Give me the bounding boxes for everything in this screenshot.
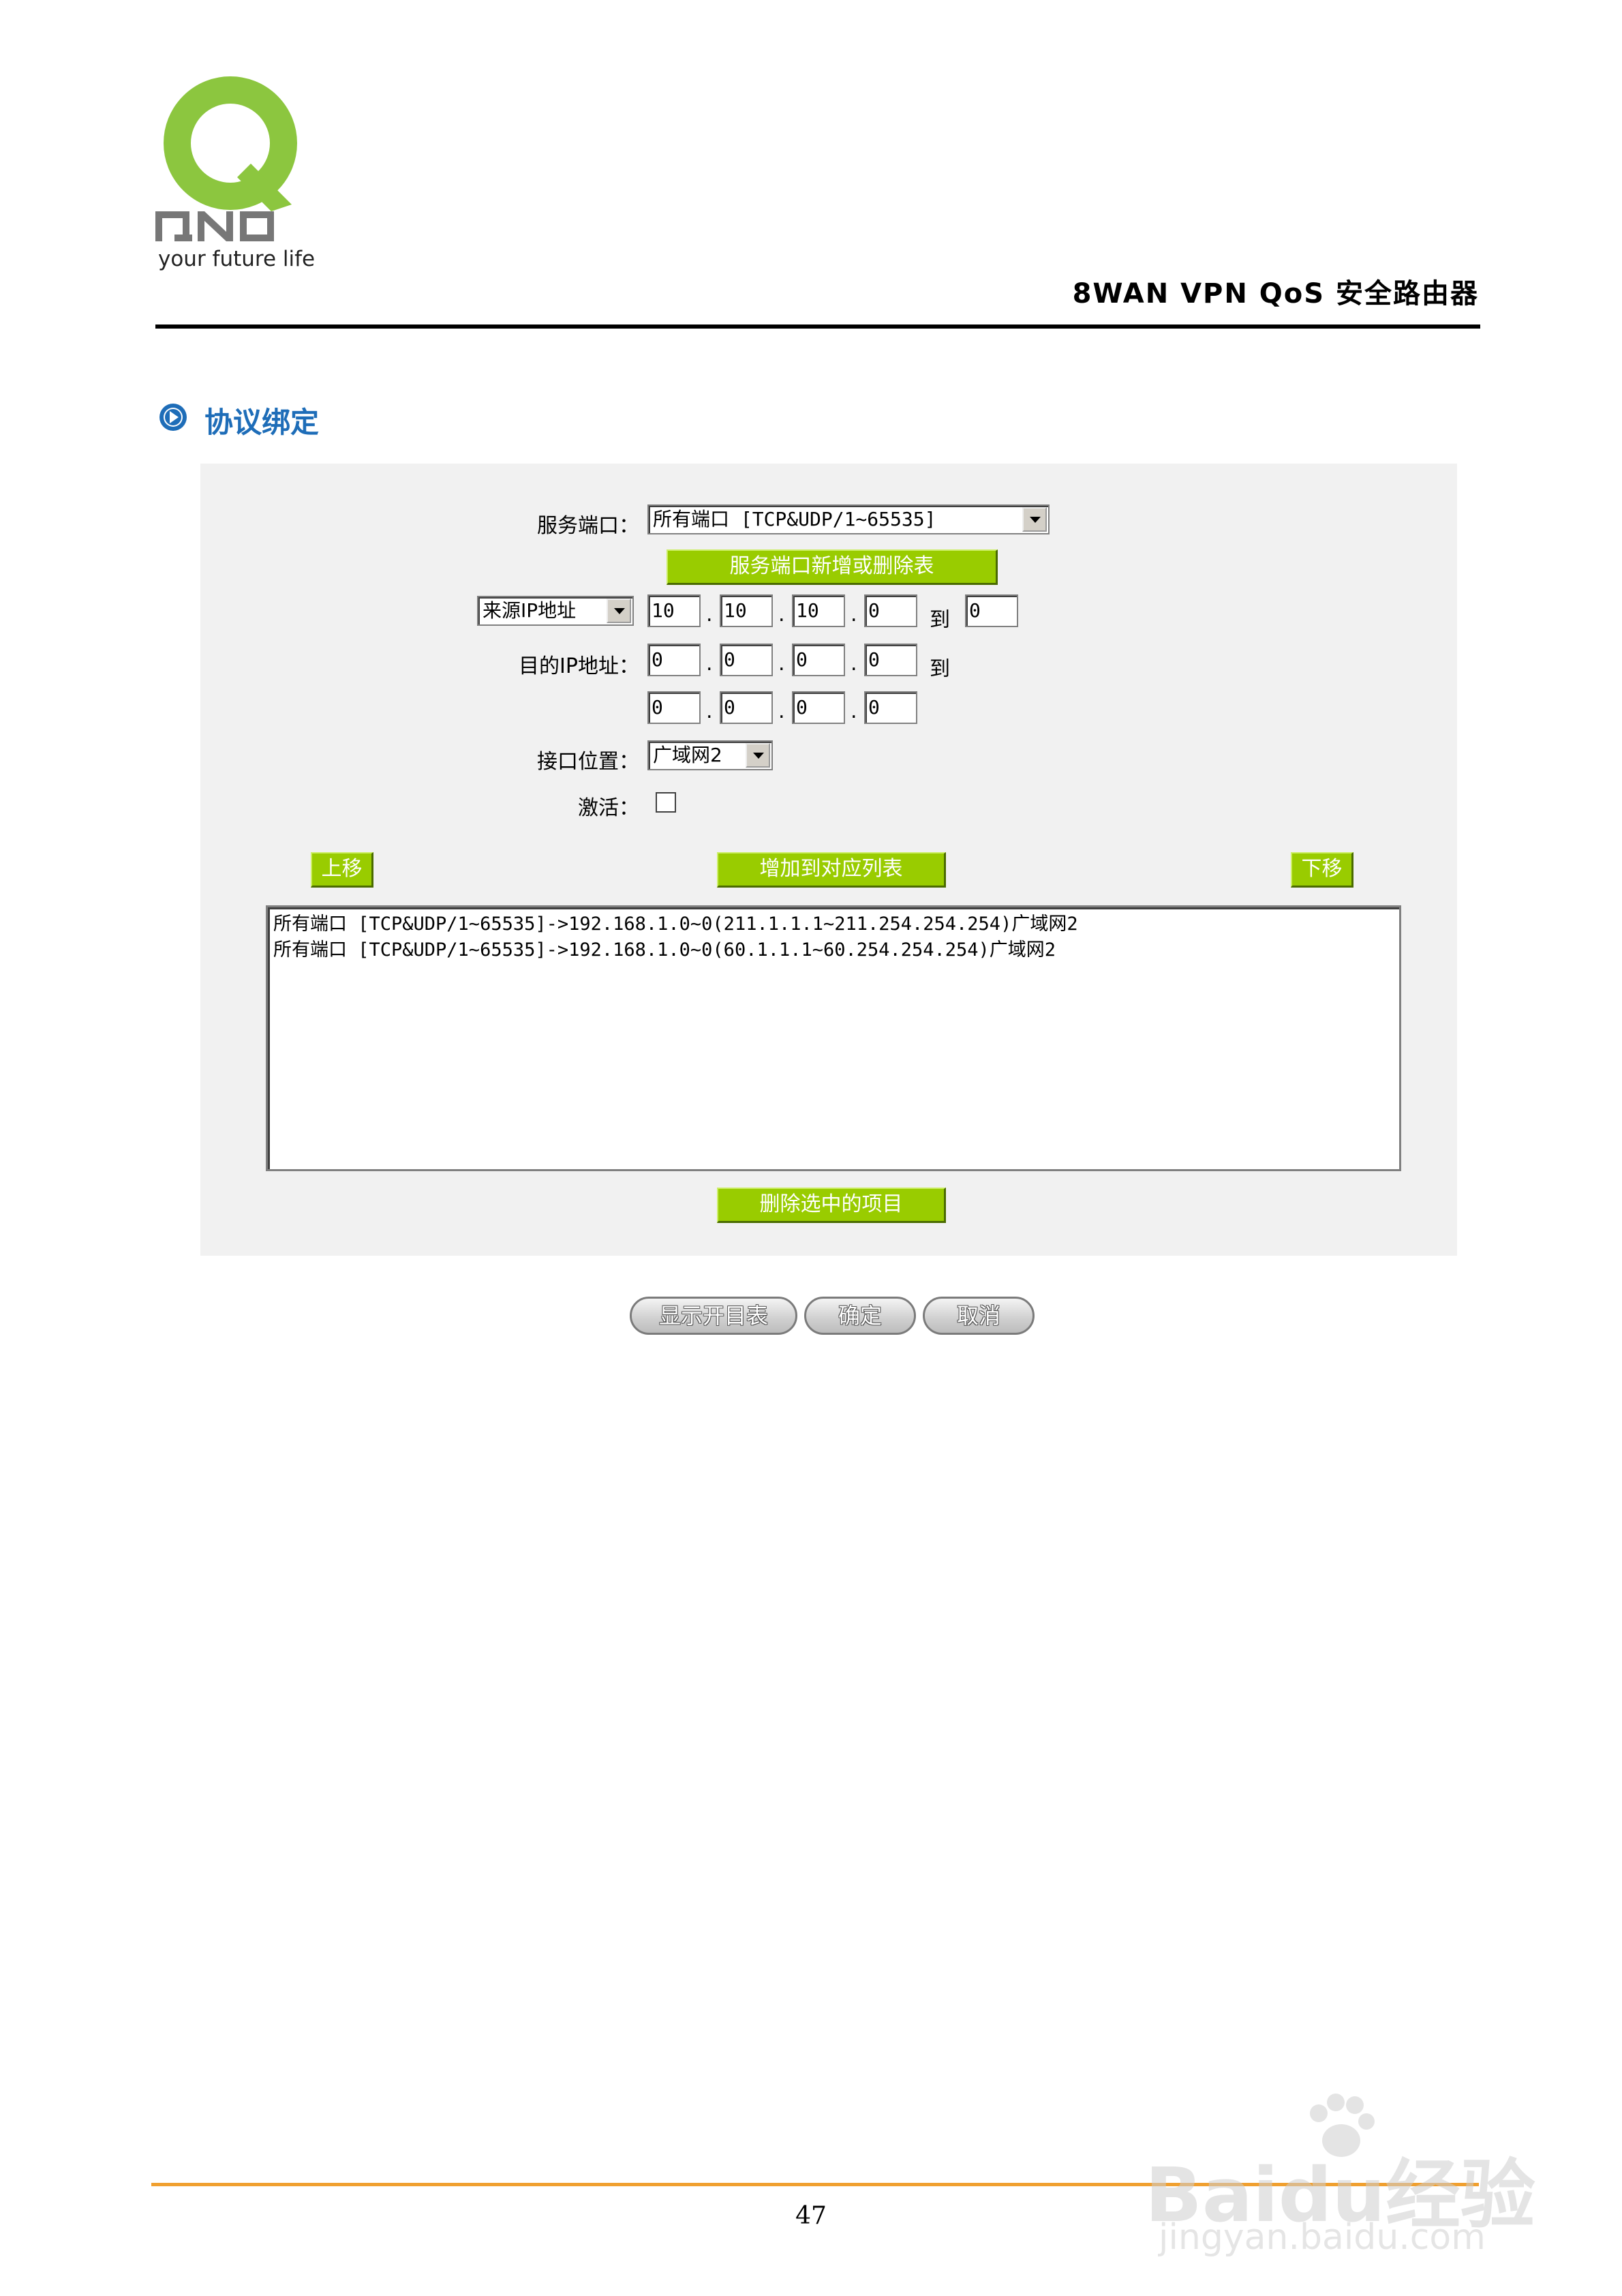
ip-dot: . xyxy=(778,603,785,626)
ip-dot: . xyxy=(851,603,857,626)
baidu-watermark: Baidu经验 jingyan.baidu.com xyxy=(1145,2093,1535,2263)
page-number: 47 xyxy=(795,2202,827,2230)
ip-dot: . xyxy=(851,652,857,676)
dest-ip-start-octet-1[interactable]: 0 xyxy=(647,644,701,676)
dest-ip-label: 目的IP地址： xyxy=(519,654,639,678)
qno-logo-icon xyxy=(155,76,297,241)
ip-dot: . xyxy=(706,652,713,676)
chevron-down-icon[interactable] xyxy=(746,743,770,768)
cancel-button[interactable]: 取消 xyxy=(923,1297,1035,1335)
enable-checkbox[interactable] xyxy=(656,792,676,813)
header-divider xyxy=(155,324,1480,329)
product-title: 8WAN VPN QoS 安全路由器 xyxy=(1072,278,1479,309)
dest-ip-end-octet-1[interactable]: 0 xyxy=(647,691,701,724)
service-port-value: 所有端口 [TCP&UDP/1~65535] xyxy=(653,508,936,530)
source-ip-select[interactable]: 来源IP地址 xyxy=(477,596,634,626)
interface-label: 接口位置： xyxy=(537,750,639,774)
move-up-button[interactable]: 上移 xyxy=(311,852,373,888)
dest-ip-end-octet-4[interactable]: 0 xyxy=(864,691,917,724)
source-ip-octet-2[interactable]: 10 xyxy=(720,594,773,627)
ip-dot: . xyxy=(706,603,713,626)
circle-arrow-right-icon xyxy=(159,404,187,431)
chevron-down-icon[interactable] xyxy=(1022,507,1047,532)
dest-ip-start-octet-4[interactable]: 0 xyxy=(864,644,917,676)
dest-ip-start-octet-3[interactable]: 0 xyxy=(792,644,845,676)
ip-dot: . xyxy=(851,699,857,723)
ip-dot: . xyxy=(778,652,785,676)
dest-ip-start-octet-2[interactable]: 0 xyxy=(720,644,773,676)
ip-dot: . xyxy=(778,699,785,723)
list-item[interactable]: 所有端口 [TCP&UDP/1~65535]->192.168.1.0~0(60… xyxy=(273,937,1394,963)
service-port-label: 服务端口： xyxy=(537,514,639,538)
watermark-url: jingyan.baidu.com xyxy=(1159,2217,1486,2258)
list-item[interactable]: 所有端口 [TCP&UDP/1~65535]->192.168.1.0~0(21… xyxy=(273,911,1394,937)
section-title: 协议绑定 xyxy=(204,406,320,439)
ok-button[interactable]: 确定 xyxy=(804,1297,916,1335)
source-ip-end-octet[interactable]: 0 xyxy=(965,594,1018,627)
interface-select-value: 广域网2 xyxy=(653,744,722,766)
interface-select[interactable]: 广域网2 xyxy=(647,740,773,770)
delete-selected-button[interactable]: 删除选中的项目 xyxy=(717,1188,946,1223)
rules-listbox[interactable]: 所有端口 [TCP&UDP/1~65535]->192.168.1.0~0(21… xyxy=(266,905,1401,1171)
service-table-button[interactable]: 服务端口新增或删除表 xyxy=(667,549,998,585)
dest-ip-to-label: 到 xyxy=(930,657,950,681)
add-to-list-button[interactable]: 增加到对应列表 xyxy=(717,852,946,888)
source-ip-octet-3[interactable]: 10 xyxy=(792,594,845,627)
ip-dot: . xyxy=(706,699,713,723)
enable-label: 激活： xyxy=(578,796,639,820)
move-down-button[interactable]: 下移 xyxy=(1291,852,1353,888)
show-table-button[interactable]: 显示开目表 xyxy=(630,1297,797,1335)
source-ip-to-label: 到 xyxy=(930,608,950,632)
source-ip-octet-4[interactable]: 0 xyxy=(864,594,917,627)
service-port-select[interactable]: 所有端口 [TCP&UDP/1~65535] xyxy=(647,504,1050,534)
logo-tagline: your future life xyxy=(158,247,316,271)
chevron-down-icon[interactable] xyxy=(607,599,631,623)
dest-ip-end-octet-3[interactable]: 0 xyxy=(792,691,845,724)
source-ip-select-value: 来源IP地址 xyxy=(483,599,577,622)
dest-ip-end-octet-2[interactable]: 0 xyxy=(720,691,773,724)
source-ip-octet-1[interactable]: 10 xyxy=(647,594,701,627)
